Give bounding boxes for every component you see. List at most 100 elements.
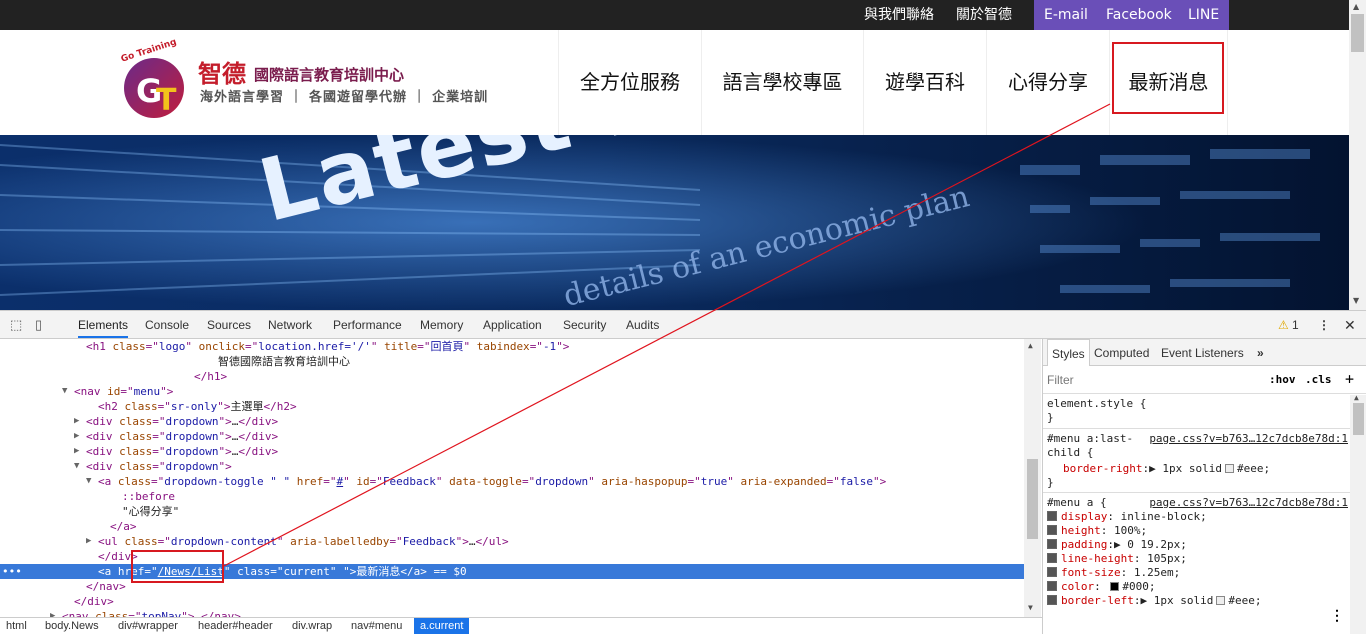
elements-scrollbar[interactable]: ▲ ▼ xyxy=(1024,339,1041,617)
new-rule-icon[interactable]: + xyxy=(1345,370,1354,388)
scroll-down-icon[interactable]: ▼ xyxy=(1353,296,1359,305)
scroll-up-icon[interactable]: ▲ xyxy=(1028,341,1033,350)
line-link[interactable]: LINE xyxy=(1188,0,1219,30)
more-options-icon[interactable]: ⋮ xyxy=(1330,607,1344,624)
css-declaration[interactable]: display: inline-block; xyxy=(1047,510,1207,524)
nav-item-study-tour-wiki[interactable]: 遊學百科 xyxy=(863,30,986,135)
border-right-decl[interactable]: border-right:▶ 1px solid #eee; xyxy=(1063,462,1270,476)
close-devtools-icon[interactable]: ✕ xyxy=(1344,311,1356,338)
color-swatch[interactable] xyxy=(1110,582,1120,591)
color-swatch[interactable] xyxy=(1224,464,1234,473)
color-swatch[interactable] xyxy=(1216,596,1226,605)
menu-a-selector[interactable]: #menu a { xyxy=(1047,496,1107,510)
more-tabs-icon[interactable]: » xyxy=(1257,339,1264,366)
css-declaration[interactable]: color: #000; xyxy=(1047,580,1156,594)
dom-node-line[interactable]: </h1> xyxy=(0,369,227,384)
warning-count[interactable]: 1 xyxy=(1292,311,1299,338)
declaration-checkbox[interactable] xyxy=(1047,553,1057,563)
dom-node-line[interactable]: ▼ <nav id="menu"> xyxy=(0,384,173,399)
breadcrumb-wrap[interactable]: div.wrap xyxy=(292,618,332,634)
tab-computed[interactable]: Computed xyxy=(1094,339,1149,366)
breadcrumb-current[interactable]: a.current xyxy=(414,618,470,634)
facebook-link[interactable]: Facebook xyxy=(1106,0,1172,30)
nav-item-feedback[interactable]: 心得分享 xyxy=(986,30,1109,135)
breadcrumb-header[interactable]: header#header xyxy=(198,618,273,634)
more-menu-icon[interactable]: ⋮ xyxy=(1318,311,1330,338)
node-actions-icon[interactable]: ••• xyxy=(2,564,22,579)
scroll-up-icon[interactable]: ▲ xyxy=(1354,393,1359,402)
dom-node-line[interactable]: ▼ <div class="dropdown"> xyxy=(0,459,232,474)
expand-arrow-icon[interactable]: ▶ xyxy=(74,429,79,444)
nav-item-services[interactable]: 全方位服務 xyxy=(558,30,701,135)
device-toolbar-icon[interactable]: ▯ xyxy=(35,317,42,333)
dom-node-line[interactable]: <h1 class="logo" onclick="location.href=… xyxy=(0,339,569,354)
css-declaration[interactable]: border-left:▶ 1px solid #eee; xyxy=(1047,594,1261,608)
tab-sources[interactable]: Sources xyxy=(207,311,251,338)
dom-node-line[interactable]: </a> xyxy=(0,519,137,534)
dom-node-line[interactable]: </div> xyxy=(0,549,138,564)
dom-node-line[interactable]: ::before xyxy=(0,489,175,504)
declaration-checkbox[interactable] xyxy=(1047,525,1057,535)
collapse-arrow-icon[interactable]: ▼ xyxy=(62,384,67,399)
tab-elements[interactable]: Elements xyxy=(78,311,129,338)
dom-node-line[interactable]: ▶ <ul class="dropdown-content" aria-label… xyxy=(0,534,509,549)
expand-arrow-icon[interactable]: ▶ xyxy=(74,444,79,459)
tab-styles[interactable]: Styles xyxy=(1047,339,1090,366)
dom-node-line[interactable]: ▶ <div class="dropdown">…</div> xyxy=(0,444,278,459)
dom-node-line[interactable]: ▼ <a class="dropdown-toggle " " href="#" … xyxy=(0,474,886,489)
expand-arrow-icon[interactable]: ▶ xyxy=(86,534,91,549)
tab-application[interactable]: Application xyxy=(483,311,542,338)
dom-node-line[interactable]: </div> xyxy=(0,594,114,609)
dom-node-line[interactable]: ▶ <div class="dropdown">…</div> xyxy=(0,429,278,444)
expand-arrow-icon[interactable]: ▶ xyxy=(1140,594,1147,607)
breadcrumb-html[interactable]: html xyxy=(6,618,27,634)
dom-node-line[interactable]: <h2 class="sr-only">主選單</h2> xyxy=(0,399,297,414)
styles-filter-input[interactable]: Filter xyxy=(1047,373,1074,387)
dom-node-line[interactable]: "心得分享" xyxy=(0,504,179,519)
warning-icon[interactable]: ⚠ xyxy=(1278,311,1289,338)
breadcrumb-menu[interactable]: nav#menu xyxy=(351,618,402,634)
rule-source-link[interactable]: page.css?v=b763…12c7dcb8e78d:1 xyxy=(1149,432,1348,445)
css-declaration[interactable]: padding:▶ 0 19.2px; xyxy=(1047,538,1187,552)
breadcrumb-wrapper[interactable]: div#wrapper xyxy=(118,618,178,634)
css-declaration[interactable]: height: 100%; xyxy=(1047,524,1147,538)
tab-audits[interactable]: Audits xyxy=(626,311,659,338)
expand-arrow-icon[interactable]: ▶ xyxy=(50,609,55,617)
email-link[interactable]: E-mail xyxy=(1044,0,1088,30)
css-declaration[interactable]: font-size: 1.25em; xyxy=(1047,566,1180,580)
dom-node-line[interactable]: ▶ <nav class="topNav">…</nav> xyxy=(0,609,241,617)
dom-node-line[interactable]: </nav> xyxy=(0,579,126,594)
collapse-arrow-icon[interactable]: ▼ xyxy=(86,474,91,489)
collapse-arrow-icon[interactable]: ▼ xyxy=(74,459,79,474)
element-style-rule[interactable]: element.style { xyxy=(1047,397,1146,411)
page-scroll-thumb[interactable] xyxy=(1351,14,1364,52)
styles-scroll-thumb[interactable] xyxy=(1353,403,1364,435)
scroll-up-icon[interactable]: ▲ xyxy=(1353,2,1359,11)
inspect-element-icon[interactable]: ⬚ xyxy=(10,317,22,333)
elements-scroll-thumb[interactable] xyxy=(1027,459,1038,539)
breadcrumb-body[interactable]: body.News xyxy=(45,618,99,634)
rule-source-link[interactable]: page.css?v=b763…12c7dcb8e78d:1 xyxy=(1149,496,1348,509)
site-logo[interactable]: G T Go Training 智德 國際語言教育培訓中心 海外語言學習 ｜ 各… xyxy=(114,37,514,124)
expand-arrow-icon[interactable]: ▶ xyxy=(74,414,79,429)
declaration-checkbox[interactable] xyxy=(1047,581,1057,591)
declaration-checkbox[interactable] xyxy=(1047,567,1057,577)
tab-performance[interactable]: Performance xyxy=(333,311,402,338)
dom-node-line[interactable]: 智德國際語言教育培訓中心 xyxy=(0,354,350,369)
contact-us-link[interactable]: 與我們聯絡 xyxy=(864,0,934,30)
about-us-link[interactable]: 關於智德 xyxy=(956,0,1012,30)
scroll-down-icon[interactable]: ▼ xyxy=(1028,603,1033,612)
css-declaration[interactable]: line-height: 105px; xyxy=(1047,552,1187,566)
cls-toggle[interactable]: .cls xyxy=(1305,373,1332,386)
page-scrollbar[interactable]: ▲ ▼ xyxy=(1349,0,1366,310)
tab-security[interactable]: Security xyxy=(563,311,606,338)
tab-network[interactable]: Network xyxy=(268,311,312,338)
last-child-selector[interactable]: #menu a:last- xyxy=(1047,432,1133,446)
styles-scrollbar[interactable]: ▲ xyxy=(1350,393,1366,634)
tab-memory[interactable]: Memory xyxy=(420,311,463,338)
expand-arrow-icon[interactable]: ▶ xyxy=(1149,462,1156,475)
tab-console[interactable]: Console xyxy=(145,311,189,338)
nav-item-language-schools[interactable]: 語言學校專區 xyxy=(701,30,863,135)
declaration-checkbox[interactable] xyxy=(1047,539,1057,549)
declaration-checkbox[interactable] xyxy=(1047,595,1057,605)
